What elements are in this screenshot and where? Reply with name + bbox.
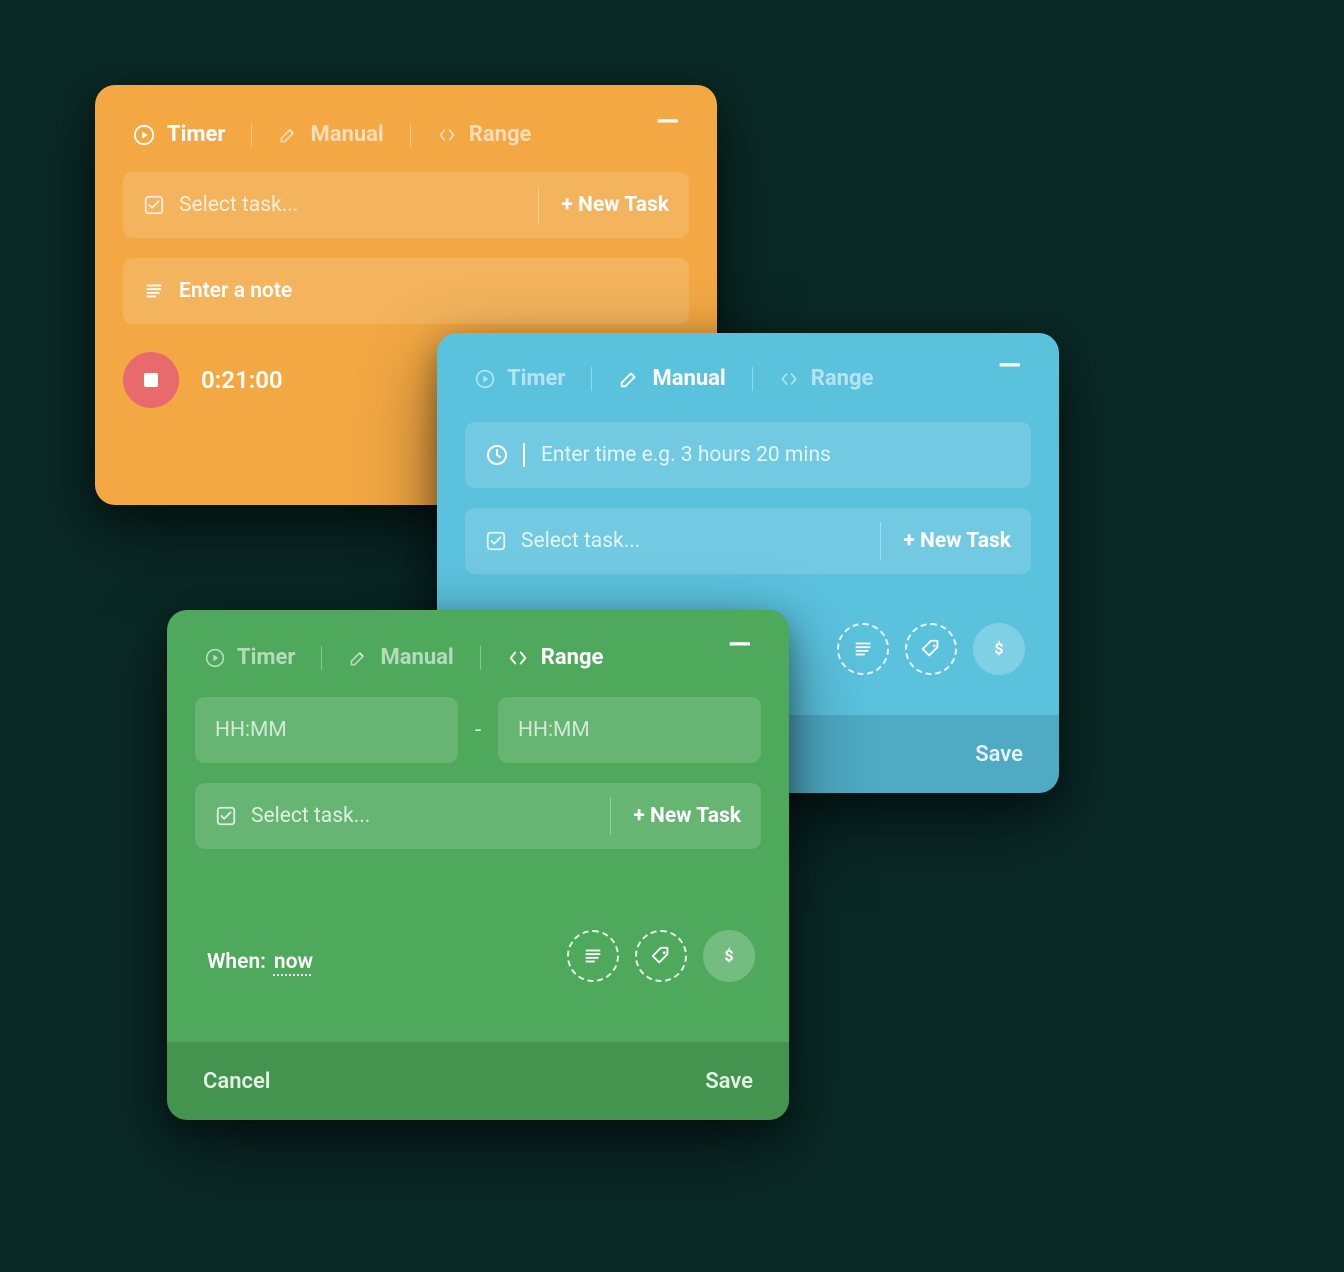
text-cursor	[523, 443, 525, 467]
list-icon	[582, 945, 604, 967]
note-field[interactable]: Enter a note	[123, 258, 689, 324]
tab-timer[interactable]: Timer	[133, 122, 225, 147]
play-circle-icon	[133, 124, 155, 146]
tab-label: Manual	[310, 122, 383, 147]
tab-separator	[251, 123, 252, 147]
edit-icon	[348, 648, 368, 668]
minimize-button[interactable]: —	[656, 117, 679, 152]
tab-manual[interactable]: Manual	[278, 122, 383, 147]
tab-label: Manual	[652, 366, 725, 391]
task-check-icon	[215, 805, 237, 827]
end-time-input[interactable]: HH:MM	[498, 697, 761, 763]
task-check-icon	[485, 530, 507, 552]
time-range-row: HH:MM - HH:MM	[195, 697, 761, 763]
when-row[interactable]: When: now	[207, 950, 313, 974]
range-icon	[507, 647, 529, 669]
new-task-button[interactable]: + New Task	[880, 522, 1011, 560]
tab-timer[interactable]: Timer	[205, 645, 295, 670]
range-icon	[779, 369, 799, 389]
time-placeholder: Enter time e.g. 3 hours 20 mins	[541, 443, 831, 467]
stop-icon	[144, 373, 158, 387]
stop-button[interactable]	[123, 352, 179, 408]
tag-icon	[650, 945, 672, 967]
edit-icon	[618, 368, 640, 390]
minimize-button[interactable]: —	[998, 361, 1021, 396]
select-task-field[interactable]: Select task... + New Task	[195, 783, 761, 849]
tab-label: Manual	[380, 645, 453, 670]
cancel-button[interactable]: Cancel	[203, 1069, 271, 1094]
tab-timer[interactable]: Timer	[475, 366, 565, 391]
tag-action[interactable]	[635, 930, 687, 982]
start-placeholder: HH:MM	[215, 718, 287, 742]
note-placeholder: Enter a note	[179, 279, 292, 303]
tab-manual[interactable]: Manual	[348, 645, 453, 670]
tab-separator	[591, 367, 592, 391]
tab-label: Timer	[507, 366, 565, 391]
tab-label: Timer	[237, 645, 295, 670]
elapsed-time: 0:21:00	[201, 366, 283, 394]
select-task-placeholder: Select task...	[179, 193, 298, 217]
card-footer: Cancel Save	[167, 1042, 789, 1120]
tab-bar: Timer Manual Range —	[95, 85, 717, 152]
tab-separator	[410, 123, 411, 147]
when-value[interactable]: now	[274, 950, 313, 974]
when-label: When:	[207, 950, 266, 974]
tag-action[interactable]	[905, 623, 957, 675]
minimize-button[interactable]: —	[728, 640, 751, 675]
new-task-button[interactable]: + New Task	[610, 797, 741, 835]
actions-row	[567, 930, 755, 982]
tab-label: Range	[811, 366, 874, 391]
clock-icon	[485, 443, 509, 467]
billable-action[interactable]	[973, 623, 1025, 675]
save-button[interactable]: Save	[975, 742, 1023, 767]
tab-label: Timer	[167, 122, 225, 147]
note-action[interactable]	[567, 930, 619, 982]
note-action[interactable]	[837, 623, 889, 675]
tag-icon	[920, 638, 942, 660]
play-circle-icon	[475, 369, 495, 389]
select-task-field[interactable]: Select task... + New Task	[123, 172, 689, 238]
tab-bar: Timer Manual Range —	[167, 610, 789, 675]
time-input-field[interactable]: Enter time e.g. 3 hours 20 mins	[465, 422, 1031, 488]
dollar-icon	[717, 944, 741, 968]
tab-separator	[752, 367, 753, 391]
edit-icon	[278, 125, 298, 145]
task-check-icon	[143, 194, 165, 216]
actions-row	[837, 623, 1025, 675]
tab-label: Range	[541, 645, 604, 670]
select-task-placeholder: Select task...	[521, 529, 640, 553]
tab-range[interactable]: Range	[779, 366, 874, 391]
start-time-input[interactable]: HH:MM	[195, 697, 458, 763]
billable-action[interactable]	[703, 930, 755, 982]
new-task-button[interactable]: + New Task	[538, 186, 669, 224]
list-icon	[852, 638, 874, 660]
range-card: Timer Manual Range — HH:MM - HH:MM	[167, 610, 789, 1120]
note-lines-icon	[143, 280, 165, 302]
range-separator: -	[458, 718, 498, 743]
tab-range[interactable]: Range	[507, 645, 604, 670]
range-icon	[437, 125, 457, 145]
tab-range[interactable]: Range	[437, 122, 532, 147]
play-circle-icon	[205, 648, 225, 668]
tab-bar: Timer Manual Range —	[437, 333, 1059, 396]
tab-label: Range	[469, 122, 532, 147]
select-task-field[interactable]: Select task... + New Task	[465, 508, 1031, 574]
tab-separator	[480, 646, 481, 670]
save-button[interactable]: Save	[705, 1069, 753, 1094]
select-task-placeholder: Select task...	[251, 804, 370, 828]
tab-manual[interactable]: Manual	[618, 366, 725, 391]
dollar-icon	[987, 637, 1011, 661]
tab-separator	[321, 646, 322, 670]
end-placeholder: HH:MM	[518, 718, 590, 742]
